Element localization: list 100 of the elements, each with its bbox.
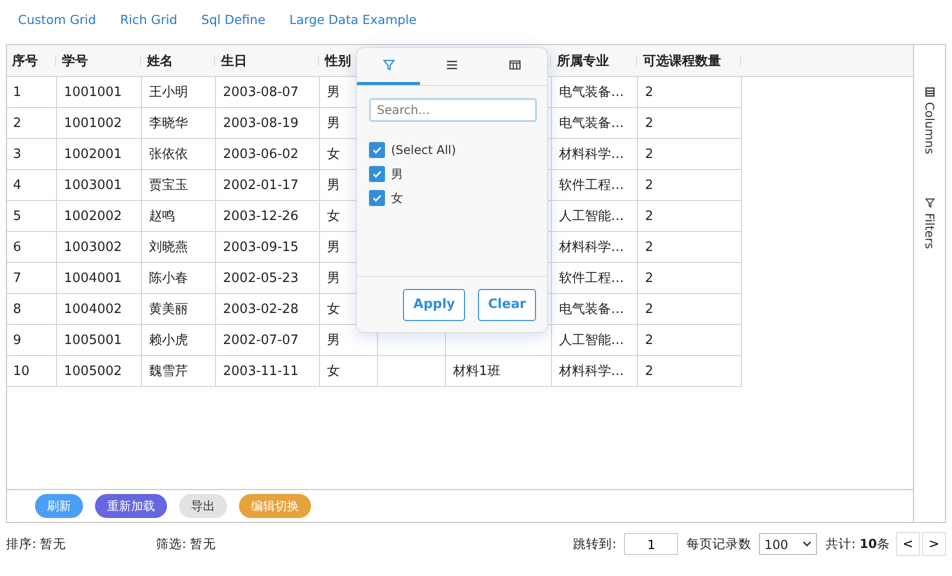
filter-icon xyxy=(924,198,934,208)
table-cell: 1 xyxy=(13,84,22,100)
table-cell-text: 刘晓燕 xyxy=(149,239,188,256)
table-cell-text: 李晓华 xyxy=(149,115,188,132)
table-cell: 2 xyxy=(645,364,654,378)
table-cell: 2 xyxy=(645,116,654,130)
nav-link[interactable]: Rich Grid xyxy=(120,12,178,44)
table-cell-text: 女 xyxy=(327,208,340,225)
check-icon xyxy=(371,144,383,156)
jump-label: 跳转到: xyxy=(573,536,616,552)
table-cell-text: 材料科学… xyxy=(559,239,624,256)
side-tab[interactable]: Filters xyxy=(922,198,936,250)
table-cell: 10 xyxy=(13,364,30,378)
table-cell: 2 xyxy=(13,116,22,130)
table-cell: 2002-05-23 xyxy=(223,270,299,286)
toolbar-button[interactable]: 导出 xyxy=(179,494,227,518)
table-cell-text: 男 xyxy=(327,84,340,101)
table-cell-text: 男 xyxy=(327,332,340,349)
nav-link[interactable]: Custom Grid xyxy=(18,12,96,44)
table-cell-text: 电气装备… xyxy=(559,301,624,318)
table-cell: 7 xyxy=(13,270,22,286)
table-cell: 2003-02-28 xyxy=(223,302,299,316)
option-label: (Select All) xyxy=(391,143,456,157)
nav-link[interactable]: Large Data Example xyxy=(289,12,417,44)
table-cell: 1001002 xyxy=(64,116,122,130)
table-cell-text: 女 xyxy=(327,301,340,318)
sort-status: 排序: 暂无 xyxy=(6,536,68,552)
filter-status: 筛选: 暂无 xyxy=(156,536,218,552)
table-cell-text: 张依依 xyxy=(149,146,188,163)
table-cell-text: 陈小春 xyxy=(149,270,188,287)
table-cell-text: 软件工程… xyxy=(559,177,624,194)
table-cell: 2 xyxy=(645,270,654,286)
table-cell-text: 材料科学… xyxy=(559,146,624,163)
column-header[interactable]: 所属专业 xyxy=(557,52,609,70)
table-cell: 4 xyxy=(13,178,22,192)
checkbox[interactable] xyxy=(369,166,385,182)
page-input[interactable]: 1 xyxy=(624,533,678,555)
table-cell: 2 xyxy=(645,302,654,316)
table-cell: 2003-08-19 xyxy=(223,116,299,130)
table-cell: 2003-08-07 xyxy=(223,84,299,100)
column-header[interactable]: 姓名 xyxy=(147,52,173,70)
table-cell: 6 xyxy=(13,240,22,254)
column-header[interactable]: 序号 xyxy=(12,52,38,70)
table-cell: 3 xyxy=(13,146,22,162)
table-cell: 2 xyxy=(645,208,654,224)
chevron-icon xyxy=(802,540,812,548)
column-header[interactable]: 可选课程数量 xyxy=(643,52,721,70)
filter-icon xyxy=(382,59,395,71)
table-cell: 2003-11-11 xyxy=(223,364,299,378)
table-cell: 2002-07-07 xyxy=(223,332,299,348)
table-cell: 2 xyxy=(645,84,654,100)
table-cell-text: 男 xyxy=(327,239,340,256)
table-cell-text: 赵鸣 xyxy=(149,208,175,225)
table-cell-text: 王小明 xyxy=(149,84,188,101)
table-cell-text: 贾宝玉 xyxy=(149,177,188,194)
search-field[interactable]: Search... xyxy=(369,98,537,122)
table-cell: 2003-09-15 xyxy=(223,240,299,254)
table-cell: 1002002 xyxy=(64,208,122,224)
table-cell: 1004001 xyxy=(64,270,122,286)
table-cell-text: 软件工程… xyxy=(559,270,624,287)
table-cell: 9 xyxy=(13,332,22,348)
checkbox[interactable] xyxy=(369,142,385,158)
table-cell: 5 xyxy=(13,208,22,224)
column-header[interactable]: 性别 xyxy=(325,52,351,70)
table-cell: 2003-12-26 xyxy=(223,208,299,224)
table-cell-text: 电气装备… xyxy=(559,115,624,132)
column-header[interactable]: 生日 xyxy=(221,52,247,70)
table-cell-text: 材料科学… xyxy=(559,363,624,380)
nav-link[interactable]: Sql Define xyxy=(201,12,266,44)
checkbox[interactable] xyxy=(369,190,385,206)
next-page-button[interactable]: > xyxy=(922,532,946,556)
table-cell-text: 黄美丽 xyxy=(149,301,188,318)
table-cell: 1003002 xyxy=(64,240,122,254)
prev-page-button[interactable]: < xyxy=(896,532,920,556)
table-cell: 2002-01-17 xyxy=(223,178,299,192)
menu-icon xyxy=(446,60,458,70)
check-icon xyxy=(371,168,383,180)
table-cell: 1002001 xyxy=(64,146,122,162)
side-tab[interactable]: Columns xyxy=(922,87,936,154)
table-cell: 1005001 xyxy=(64,332,122,348)
table-cell-text: 女 xyxy=(327,363,340,380)
table-cell: 2 xyxy=(645,332,654,348)
table-cell: 1003001 xyxy=(64,178,122,192)
toolbar-button[interactable]: 重新加载 xyxy=(95,494,167,518)
option-label: 女 xyxy=(391,190,403,206)
column-header[interactable]: 学号 xyxy=(62,52,88,70)
table-cell-text: 人工智能… xyxy=(559,332,624,349)
table-cell-text: 男 xyxy=(327,270,340,287)
table-cell: 1005002 xyxy=(64,364,122,378)
table-cell: 2 xyxy=(645,146,654,162)
table-cell: 2003-06-02 xyxy=(223,146,299,162)
table-cell: 2 xyxy=(645,178,654,192)
table-cell-text: 男 xyxy=(327,177,340,194)
table-cell: 1001001 xyxy=(64,84,122,100)
per-page-select[interactable]: 100 xyxy=(759,533,818,555)
option-label: 男 xyxy=(391,166,403,182)
table-cell-text: 赖小虎 xyxy=(149,332,188,349)
table-cell: 8 xyxy=(13,302,22,316)
table-cell-text: 材料1班 xyxy=(453,363,500,380)
table-cell: 1004002 xyxy=(64,302,122,316)
